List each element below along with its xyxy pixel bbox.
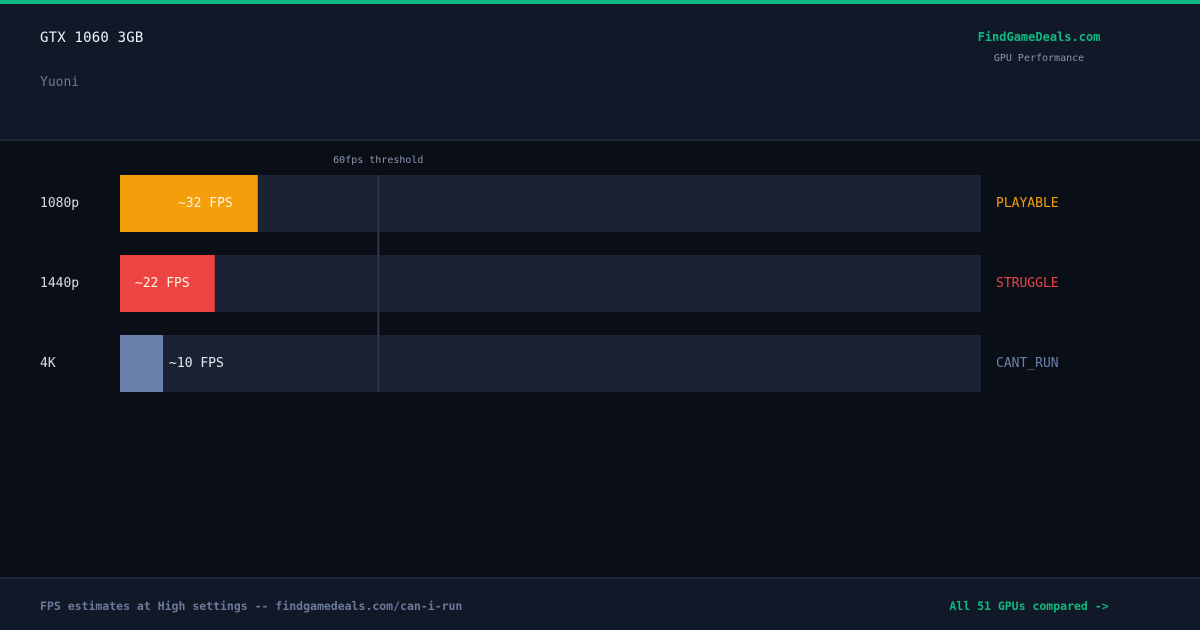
threshold-label: 60fps threshold xyxy=(333,155,423,166)
value-label: ~10 FPS xyxy=(169,356,224,371)
bar-track xyxy=(120,255,981,312)
brand-subtitle: GPU Performance xyxy=(993,53,1085,64)
bar-track xyxy=(120,335,981,392)
gpu-title: GTX 1060 3GB xyxy=(40,30,144,46)
status-label: STRUGGLE xyxy=(996,276,1059,291)
header: GTX 1060 3GB Yuoni FindGameDeals.com GPU… xyxy=(0,4,1200,141)
category-label: 4K xyxy=(40,356,56,371)
all-gpus-link[interactable]: All 51 GPUs compared -> xyxy=(900,599,1158,613)
status-label: PLAYABLE xyxy=(996,196,1059,211)
footer-note: FPS estimates at High settings -- findga… xyxy=(40,599,463,613)
status-label: CANT_RUN xyxy=(996,356,1059,371)
game-name: Yuoni xyxy=(40,75,80,90)
category-label: 1080p xyxy=(40,196,79,211)
value-label: ~22 FPS xyxy=(135,276,190,291)
category-label: 1440p xyxy=(40,276,79,291)
footer: FPS estimates at High settings -- findga… xyxy=(0,577,1200,630)
bar xyxy=(120,335,164,392)
value-label: ~32 FPS xyxy=(178,196,233,211)
brand-link[interactable]: FindGameDeals.com xyxy=(940,30,1138,44)
fps-chart: 1080p ~32 FPS PLAYABLE 1440p ~22 FPS STRUGGLE… xyxy=(40,155,1059,392)
